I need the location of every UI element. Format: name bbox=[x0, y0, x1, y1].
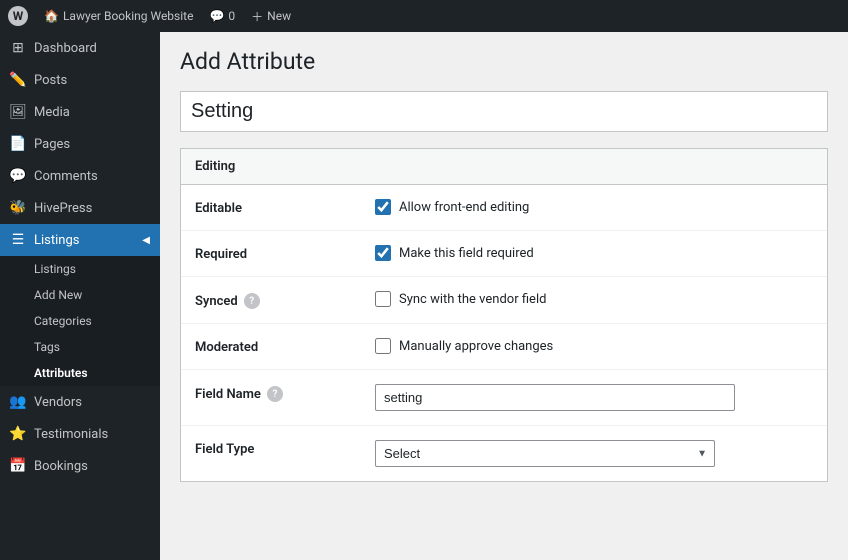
sidebar-item-label: Comments bbox=[34, 169, 98, 184]
new-content-button[interactable]: ＋ New bbox=[251, 8, 291, 25]
posts-icon: ✏️ bbox=[10, 72, 26, 88]
home-icon: 🏠 bbox=[44, 9, 59, 23]
sidebar-item-media[interactable]: 🖼 Media bbox=[0, 96, 160, 128]
sidebar-item-label: Pages bbox=[34, 137, 70, 152]
topbar: W 🏠 Lawyer Booking Website 💬 0 ＋ New bbox=[0, 0, 848, 32]
synced-checkbox[interactable] bbox=[375, 291, 391, 307]
field-name-input[interactable] bbox=[375, 384, 735, 411]
field-name-control bbox=[375, 384, 813, 411]
attribute-name-input[interactable] bbox=[191, 100, 817, 123]
moderated-checkbox-label: Manually approve changes bbox=[399, 339, 553, 354]
page-title: Add Attribute bbox=[180, 48, 828, 75]
wp-logo-button[interactable]: W bbox=[8, 6, 28, 26]
field-type-control: Select Text Textarea Number Checkbox Dat… bbox=[375, 440, 813, 467]
moderated-control: Manually approve changes bbox=[375, 338, 813, 354]
required-label: Required bbox=[195, 245, 375, 262]
sidebar-item-hivepress[interactable]: 🐝 HivePress bbox=[0, 192, 160, 224]
comments-count: 0 bbox=[228, 9, 235, 23]
editable-checkbox[interactable] bbox=[375, 199, 391, 215]
sidebar-item-label: Bookings bbox=[34, 459, 88, 474]
form-row-field-name: Field Name ? bbox=[181, 370, 827, 426]
synced-checkbox-label: Sync with the vendor field bbox=[399, 292, 546, 307]
editable-control: Allow front-end editing bbox=[375, 199, 813, 215]
vendors-icon: 👥 bbox=[10, 394, 26, 410]
editing-section-header: Editing bbox=[181, 149, 827, 185]
sidebar-item-bookings[interactable]: 📅 Bookings bbox=[0, 450, 160, 482]
form-row-editable: Editable Allow front-end editing bbox=[181, 185, 827, 231]
form-row-moderated: Moderated Manually approve changes bbox=[181, 324, 827, 370]
editable-checkbox-label: Allow front-end editing bbox=[399, 200, 529, 215]
comments-link[interactable]: 💬 0 bbox=[209, 9, 235, 23]
hivepress-icon: 🐝 bbox=[10, 200, 26, 216]
required-control: Make this field required bbox=[375, 245, 813, 261]
comment-icon: 💬 bbox=[209, 9, 224, 23]
required-checkbox-label: Make this field required bbox=[399, 246, 534, 261]
editable-label: Editable bbox=[195, 199, 375, 216]
sidebar-item-label: Vendors bbox=[34, 395, 82, 410]
sidebar-item-label: Posts bbox=[34, 73, 67, 88]
main-content: Add Attribute Editing Editable Allow fro… bbox=[160, 32, 848, 560]
field-type-label: Field Type bbox=[195, 440, 375, 457]
synced-control: Sync with the vendor field bbox=[375, 291, 813, 307]
sidebar-item-dashboard[interactable]: ⊞ Dashboard bbox=[0, 32, 160, 64]
attribute-name-wrapper bbox=[180, 91, 828, 132]
plus-icon: ＋ bbox=[251, 8, 263, 25]
listings-icon: ☰ bbox=[10, 232, 26, 248]
form-row-synced: Synced ? Sync with the vendor field bbox=[181, 277, 827, 324]
pages-icon: 📄 bbox=[10, 136, 26, 152]
moderated-checkbox[interactable] bbox=[375, 338, 391, 354]
new-label: New bbox=[267, 9, 291, 23]
chevron-right-icon: ◀ bbox=[142, 235, 150, 246]
moderated-label: Moderated bbox=[195, 338, 375, 355]
synced-help-icon[interactable]: ? bbox=[244, 293, 260, 309]
media-icon: 🖼 bbox=[10, 104, 26, 120]
bookings-icon: 📅 bbox=[10, 458, 26, 474]
testimonials-icon: ⭐ bbox=[10, 426, 26, 442]
site-name-label: Lawyer Booking Website bbox=[63, 9, 194, 23]
form-row-field-type: Field Type Select Text Textarea Number C… bbox=[181, 426, 827, 481]
layout: ⊞ Dashboard ✏️ Posts 🖼 Media 📄 Pages 💬 C… bbox=[0, 32, 848, 560]
sidebar-item-listings[interactable]: ☰ Listings ◀ bbox=[0, 224, 160, 256]
field-type-select-wrapper: Select Text Textarea Number Checkbox Dat… bbox=[375, 440, 715, 467]
site-name-link[interactable]: 🏠 Lawyer Booking Website bbox=[44, 9, 193, 23]
sidebar-item-label: Listings bbox=[34, 233, 79, 248]
form-row-required: Required Make this field required bbox=[181, 231, 827, 277]
sidebar-item-testimonials[interactable]: ⭐ Testimonials bbox=[0, 418, 160, 450]
sidebar-item-comments[interactable]: 💬 Comments bbox=[0, 160, 160, 192]
comments-icon: 💬 bbox=[10, 168, 26, 184]
wp-logo-icon: W bbox=[8, 6, 28, 26]
sidebar-item-label: Dashboard bbox=[34, 41, 97, 56]
sidebar-item-posts[interactable]: ✏️ Posts bbox=[0, 64, 160, 96]
dashboard-icon: ⊞ bbox=[10, 40, 26, 56]
submenu-item-add-new[interactable]: Add New bbox=[0, 282, 160, 308]
sidebar-item-label: Media bbox=[34, 105, 70, 120]
field-name-label: Field Name ? bbox=[195, 384, 375, 402]
editing-section: Editing Editable Allow front-end editing… bbox=[180, 148, 828, 482]
listings-submenu: Listings Add New Categories Tags Attribu… bbox=[0, 256, 160, 386]
field-type-select[interactable]: Select Text Textarea Number Checkbox Dat… bbox=[375, 440, 715, 467]
sidebar-item-pages[interactable]: 📄 Pages bbox=[0, 128, 160, 160]
submenu-item-attributes[interactable]: Attributes bbox=[0, 360, 160, 386]
submenu-item-listings[interactable]: Listings bbox=[0, 256, 160, 282]
required-checkbox[interactable] bbox=[375, 245, 391, 261]
sidebar-item-label: HivePress bbox=[34, 201, 92, 216]
sidebar-item-vendors[interactable]: 👥 Vendors bbox=[0, 386, 160, 418]
synced-label: Synced ? bbox=[195, 291, 375, 309]
sidebar-item-label: Testimonials bbox=[34, 427, 108, 442]
submenu-item-tags[interactable]: Tags bbox=[0, 334, 160, 360]
sidebar: ⊞ Dashboard ✏️ Posts 🖼 Media 📄 Pages 💬 C… bbox=[0, 32, 160, 560]
field-name-help-icon[interactable]: ? bbox=[267, 386, 283, 402]
submenu-item-categories[interactable]: Categories bbox=[0, 308, 160, 334]
